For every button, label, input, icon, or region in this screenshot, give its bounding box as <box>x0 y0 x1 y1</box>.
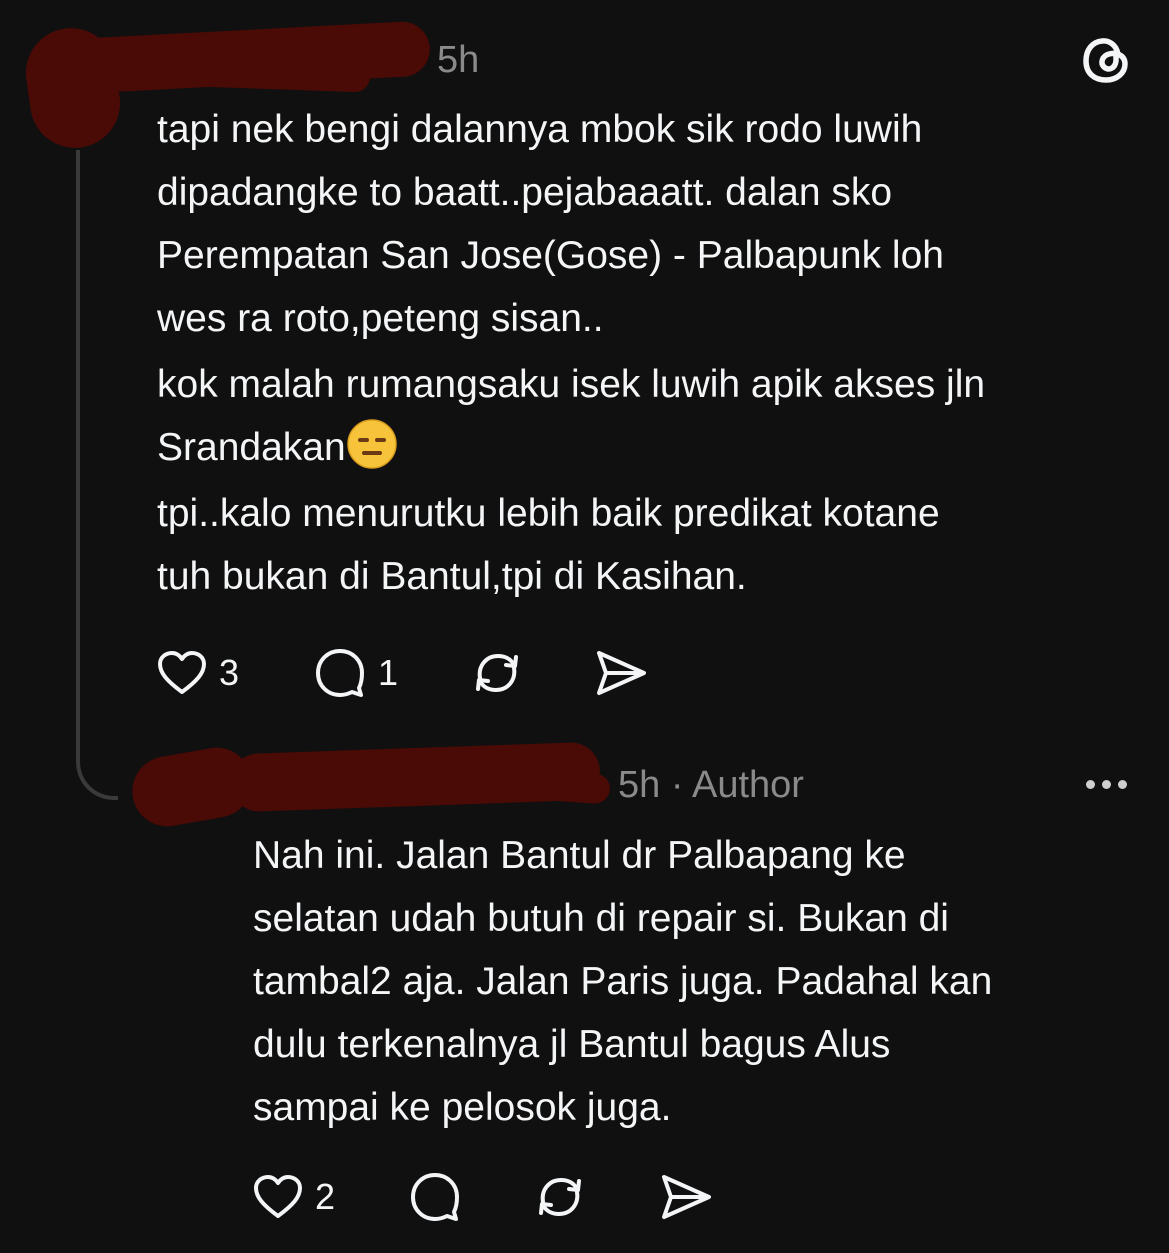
author-badge: Author <box>691 764 804 806</box>
meta-separator: · <box>670 764 684 806</box>
reply-body: Nah ini. Jalan Bantul dr Palbapang ke se… <box>253 824 1143 1139</box>
like-button[interactable]: 3 <box>157 650 239 696</box>
post-actions: 3 1 <box>157 648 648 698</box>
reply-button[interactable] <box>409 1172 461 1222</box>
post-timestamp: 5h <box>437 39 480 81</box>
send-icon <box>662 1175 712 1219</box>
like-button[interactable]: 2 <box>253 1174 335 1220</box>
repost-icon <box>539 1177 582 1217</box>
reply-timestamp: 5h <box>618 764 661 806</box>
expressionless-face-emoji <box>346 419 397 469</box>
reply-button[interactable]: 1 <box>314 648 398 698</box>
reply-actions: 2 <box>253 1172 713 1222</box>
post-paragraph: tpi..kalo menurutku lebih baik predikat … <box>157 492 940 598</box>
repost-button[interactable] <box>470 648 524 698</box>
share-button[interactable] <box>659 1172 713 1222</box>
comment-bubble-icon <box>316 649 365 697</box>
post-paragraph: tapi nek bengi dalannya mbok sik rodo lu… <box>157 108 944 340</box>
post-paragraph-text: Srandakan <box>157 426 346 469</box>
share-button[interactable] <box>594 648 648 698</box>
like-count: 2 <box>315 1176 336 1217</box>
heart-icon <box>158 651 206 694</box>
comment-bubble-icon <box>411 1173 460 1221</box>
reply-count: 1 <box>378 652 399 693</box>
thread-connector-line <box>76 150 118 800</box>
repost-icon <box>476 653 519 693</box>
heart-icon <box>254 1175 302 1218</box>
reply-paragraph: Nah ini. Jalan Bantul dr Palbapang ke se… <box>253 834 993 1129</box>
post-body: tapi nek bengi dalannya mbok sik rodo lu… <box>157 98 1147 608</box>
send-icon <box>597 651 647 695</box>
reply-meta: 5h · Author <box>618 766 804 804</box>
like-count: 3 <box>219 652 240 693</box>
threads-logo-icon[interactable] <box>1080 34 1132 86</box>
post-paragraph: kok malah rumangsaku isek luwih apik aks… <box>157 353 1147 479</box>
post-paragraph-text: kok malah rumangsaku isek luwih apik aks… <box>157 363 986 406</box>
repost-button[interactable] <box>533 1172 587 1222</box>
more-options-icon[interactable] <box>1086 780 1127 789</box>
